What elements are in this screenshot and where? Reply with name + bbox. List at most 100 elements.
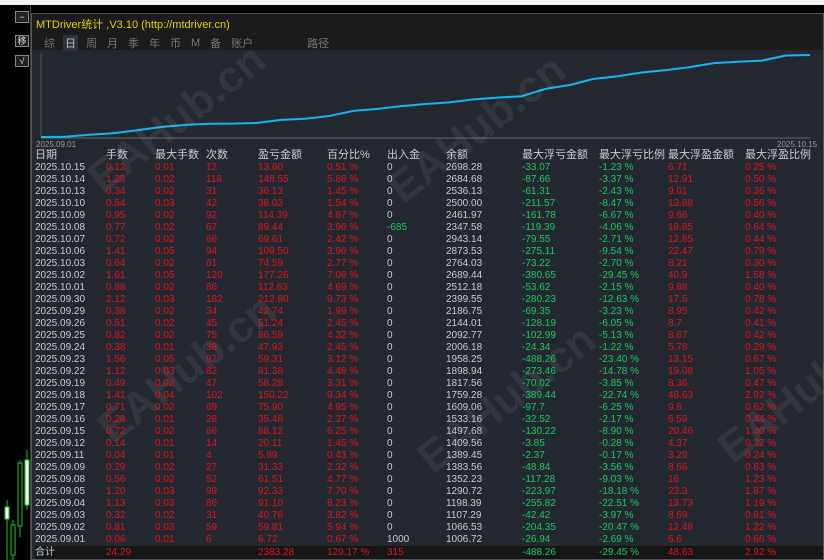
table-row[interactable]: 2025.09.29 0.38 0.02 34 42.74 1.99 % 0 2186.75 -…: [35, 306, 823, 318]
left-toolbar: − 移 √: [0, 5, 31, 560]
tab-9[interactable]: 账户: [229, 35, 255, 51]
table-row[interactable]: 2025.10.01 0.88 0.02 86 112.63 4.69 % 0 2512.18…: [35, 282, 823, 294]
cell-max-dd: -130.22: [522, 426, 556, 437]
cell-max-float-pct: 0.50 %: [745, 174, 777, 185]
cell-lots: 1.41: [106, 246, 126, 257]
cell-pnl: 13.60: [258, 162, 284, 173]
check-button[interactable]: √: [15, 55, 29, 67]
cell-lots: 0.14: [106, 438, 126, 449]
cell-in-out: 1000: [387, 534, 410, 545]
cell-balance: 1006.72: [446, 534, 483, 545]
cell-max-dd: -223.97: [522, 486, 556, 497]
table-row[interactable]: 2025.10.09 0.95 0.02 92 114.39 4.87 % 0 2461.97…: [35, 210, 823, 222]
table-row[interactable]: 2025.09.30 2.12 0.03 182 212.80 9.73 % 0 2399.5…: [35, 294, 823, 306]
table-row[interactable]: 2025.09.03 0.32 0.02 31 40.76 3.82 % 0 1107.29 -…: [35, 510, 823, 522]
cell-max-lots: 0.02: [155, 210, 175, 221]
cell-max-dd-pct: -1.22 %: [599, 342, 634, 353]
cell-balance: 2500.00: [446, 198, 483, 209]
table-row[interactable]: 2025.10.03 0.64 0.02 61 74.59 2.77 % 0 2764.03 -…: [35, 258, 823, 270]
table-row[interactable]: 2025.09.16 0.28 0.01 28 35.48 2.37 % 0 1533.16 -…: [35, 414, 823, 426]
table-row[interactable]: 2025.09.05 1.20 0.03 99 92.33 7.70 % 0 1290.72 -…: [35, 486, 823, 498]
tab-5[interactable]: 年: [147, 35, 162, 51]
cell-max-dd: -161.78: [522, 210, 556, 221]
cell-pnl: 61.51: [258, 474, 284, 485]
cell-in-out: 0: [387, 378, 393, 389]
table-row[interactable]: 2025.09.02 0.81 0.03 59 59.81 5.94 % 0 1066.53 -…: [35, 522, 823, 534]
tab-4[interactable]: 季: [126, 35, 141, 51]
cell-max-float: 22.47: [668, 246, 694, 257]
table-row[interactable]: 2025.09.01 0.06 0.01 6 6.72 0.67 % 1000 1006.72…: [35, 534, 823, 546]
cell-pct: 9.73 %: [327, 294, 359, 305]
cell-max-float-pct: 0.42 %: [745, 306, 777, 317]
table-row[interactable]: 2025.09.15 0.72 0.02 66 88.12 6.25 % 0 1497.68 -…: [35, 426, 823, 438]
cell-count: 66: [206, 234, 218, 245]
cell-max-dd: -117.28: [522, 474, 556, 485]
tab-1[interactable]: 日: [63, 35, 78, 51]
cell-balance: 2006.18: [446, 342, 483, 353]
top-strip: [0, 0, 824, 5]
table-row[interactable]: 2025.10.02 1.61 0.05 120 177.26 7.06 % 0 2689.4…: [35, 270, 823, 282]
cell-max-lots: 0.02: [155, 318, 175, 329]
cell-max-float: 12.91: [668, 174, 694, 185]
table-row[interactable]: 2025.09.12 0.14 0.01 14 20.11 1.45 % 0 1409.56 -…: [35, 438, 823, 450]
tab-6[interactable]: 币: [168, 35, 183, 51]
table-row[interactable]: 2025.09.18 1.41 0.04 102 150.22 9.34 % 0 1759.2…: [35, 390, 823, 402]
cell-max-float: 18.85: [668, 222, 694, 233]
cell-max-float: 16: [668, 474, 680, 485]
cell-max-dd: -275.11: [522, 246, 556, 257]
table-row[interactable]: 2025.10.15 0.12 0.01 12 13.60 0.51 % 0 2698.28 -…: [35, 162, 823, 174]
tab-8[interactable]: 备: [208, 35, 223, 51]
cell-date: 2025.10.15: [35, 162, 86, 173]
tab-2[interactable]: 周: [84, 35, 99, 51]
tab-10[interactable]: 路径: [305, 35, 331, 51]
table-row[interactable]: 2025.09.25 0.82 0.02 75 86.59 4.32 % 0 2092.77 -…: [35, 330, 823, 342]
table-row[interactable]: 2025.10.08 0.77 0.02 67 89.44 3.96 % -685 2347.…: [35, 222, 823, 234]
table-row[interactable]: 2025.10.10 0.54 0.03 42 38.03 1.54 % 0 2500.00 -…: [35, 198, 823, 210]
cell-count: 12: [206, 162, 218, 173]
tab-0[interactable]: 综: [42, 35, 57, 51]
table-row[interactable]: 2025.10.06 1.41 0.05 94 109.50 3.96 % 0 2873.53…: [35, 246, 823, 258]
cell-date: 2025.10.14: [35, 174, 86, 185]
table-row[interactable]: 2025.09.26 0.51 0.02 45 51.24 2.45 % 0 2144.01 -…: [35, 318, 823, 330]
table-row[interactable]: 2025.10.14 1.28 0.02 118 148.55 5.86 % 0 2684.6…: [35, 174, 823, 186]
header-lots: 手数: [106, 149, 128, 161]
table-row[interactable]: 2025.09.17 0.71 0.02 69 75.90 4.95 % 0 1609.06 -…: [35, 402, 823, 414]
header-pnl: 盈亏金额: [258, 149, 302, 161]
cell-max-float: 8.21: [668, 258, 688, 269]
table-row[interactable]: 2025.09.09 0.29 0.02 27 31.33 2.32 % 0 1383.56 -…: [35, 462, 823, 474]
cell-pct: 2.45 %: [327, 342, 359, 353]
cell-max-dd: -70.02: [522, 378, 551, 389]
cell-date: 2025.10.10: [35, 198, 86, 209]
cell-max-float: 12.48: [668, 522, 694, 533]
move-button[interactable]: 移: [15, 35, 29, 47]
table-row[interactable]: 2025.09.23 1.56 0.05 97 59.31 3.12 % 0 1958.25 -…: [35, 354, 823, 366]
tab-7[interactable]: M: [189, 37, 202, 49]
minimize-button[interactable]: −: [15, 11, 29, 23]
cell-count: 82: [206, 366, 218, 377]
table-row[interactable]: 2025.10.07 0.72 0.02 66 69.61 2.42 % 0 2943.14 -…: [35, 234, 823, 246]
cell-pct: 9.34 %: [327, 390, 359, 401]
table-row[interactable]: 2025.09.04 1.13 0.03 86 91.10 8.23 % 0 1198.39 -…: [35, 498, 823, 510]
cell-date: 2025.09.25: [35, 330, 86, 341]
cell-date: 2025.09.04: [35, 498, 86, 509]
table-row[interactable]: 2025.09.08 0.56 0.02 52 61.51 4.77 % 0 1352.23 -…: [35, 474, 823, 486]
cell-max-float-pct: 1.05 %: [745, 366, 777, 377]
table-row[interactable]: 2025.09.11 0.04 0.01 4 5.89 0.43 % 0 1389.45 -2.…: [35, 450, 823, 462]
table-row[interactable]: 2025.10.13 0.34 0.02 31 36.13 1.45 % 0 2536.13 -…: [35, 186, 823, 198]
cell-pct: 3.96 %: [327, 246, 359, 257]
cell-max-dd-pct: -2.43 %: [599, 186, 634, 197]
cell-lots: 0.06: [106, 534, 126, 545]
cell-date: 2025.09.08: [35, 474, 86, 485]
cell-in-out: 0: [387, 186, 393, 197]
cell-balance: 1497.68: [446, 426, 483, 437]
cell-max-float-pct: 0.81 %: [745, 510, 777, 521]
cell-max-dd-pct: -9.54 %: [599, 246, 634, 257]
cell-date: 2025.10.03: [35, 258, 86, 269]
table-row[interactable]: 2025.09.22 1.12 0.03 82 81.38 4.48 % 0 1898.94 -…: [35, 366, 823, 378]
header-pct: 百分比%: [327, 149, 370, 161]
cell-count: 45: [206, 318, 218, 329]
table-row[interactable]: 2025.09.19 0.49 0.02 47 58.28 3.31 % 0 1817.56 -…: [35, 378, 823, 390]
cell-max-dd: -128.19: [522, 318, 556, 329]
tab-3[interactable]: 月: [105, 35, 120, 51]
table-row[interactable]: 2025.09.24 0.38 0.01 38 47.93 2.45 % 0 2006.18 -…: [35, 342, 823, 354]
